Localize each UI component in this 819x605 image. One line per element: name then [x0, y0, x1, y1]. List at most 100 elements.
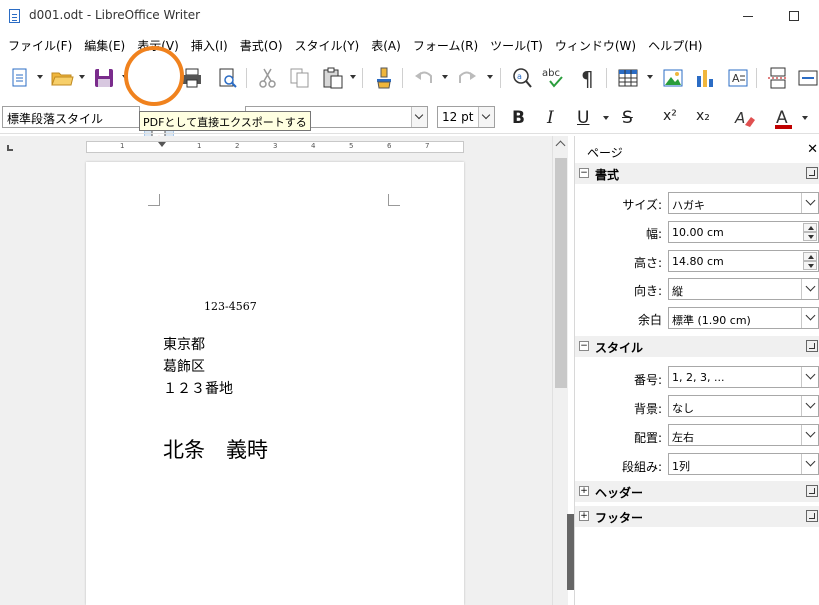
undo-button[interactable] [412, 66, 436, 90]
font-color-dropdown-arrow[interactable] [802, 116, 808, 120]
font-name-dropdown[interactable] [411, 107, 427, 127]
strikethrough-button[interactable]: S [622, 108, 633, 128]
section-header[interactable]: + ヘッダー [575, 481, 819, 502]
columns-select[interactable]: 1列 [668, 453, 819, 475]
open-button[interactable] [50, 66, 74, 90]
recipient-name: 北条 義時 [163, 438, 268, 462]
paragraph-style-select[interactable]: 標準段落スタイル [2, 106, 140, 128]
document-page[interactable]: 123-4567 東京都 葛飾区 １２３番地 北条 義時 [86, 162, 464, 605]
find-replace-icon: a [513, 68, 532, 88]
close-sidebar-icon[interactable]: ✕ [807, 142, 818, 157]
menu-file[interactable]: ファイル(F) [4, 34, 76, 56]
menu-styles[interactable]: スタイル(Y) [291, 34, 364, 56]
menu-tools[interactable]: ツール(T) [486, 34, 547, 56]
page-break-icon [768, 67, 788, 89]
chevron-down-icon[interactable] [801, 367, 818, 387]
more-options-icon[interactable] [806, 167, 818, 179]
chevron-down-icon[interactable] [801, 454, 818, 474]
minimize-button[interactable] [737, 6, 757, 26]
new-dropdown-arrow[interactable] [37, 75, 43, 79]
chevron-down-icon[interactable] [801, 396, 818, 416]
insert-textbox-button[interactable]: A [726, 66, 750, 90]
expand-icon[interactable]: + [579, 511, 589, 521]
font-color-button[interactable]: A [772, 106, 796, 130]
scroll-up-icon[interactable] [555, 140, 566, 151]
background-select[interactable]: なし [668, 395, 819, 417]
page-width-spinbox[interactable]: 10.00 cm [668, 221, 819, 243]
document-area[interactable]: 1 1 2 3 4 5 6 7 123-4567 東京都 葛飾区 １２３番地 北… [0, 136, 552, 605]
more-options-icon[interactable] [806, 340, 818, 352]
more-options-icon[interactable] [806, 485, 818, 497]
spin-up-icon[interactable] [803, 252, 817, 261]
tab-stop-selector-icon[interactable] [7, 145, 13, 151]
margins-select[interactable]: 標準 (1.90 cm) [668, 307, 819, 329]
clone-formatting-button[interactable] [372, 66, 396, 90]
chevron-down-icon[interactable] [801, 308, 818, 328]
table-dropdown-arrow[interactable] [647, 75, 653, 79]
layout-select[interactable]: 左右 [668, 424, 819, 446]
bold-button[interactable]: B [512, 108, 525, 128]
paste-dropdown-arrow[interactable] [350, 75, 356, 79]
spin-down-icon[interactable] [803, 261, 817, 270]
find-replace-button[interactable]: a [510, 66, 534, 90]
width-spin-buttons[interactable] [803, 223, 817, 241]
textbox-icon: A [728, 69, 748, 87]
insert-image-button[interactable] [661, 66, 685, 90]
spin-up-icon[interactable] [803, 223, 817, 232]
copy-button[interactable] [288, 66, 312, 90]
menu-format[interactable]: 書式(O) [236, 34, 287, 56]
more-options-icon[interactable] [806, 510, 818, 522]
collapse-icon[interactable]: − [579, 168, 589, 178]
undo-dropdown-arrow[interactable] [442, 75, 448, 79]
section-style[interactable]: − スタイル [575, 336, 819, 357]
collapse-icon[interactable]: − [579, 341, 589, 351]
italic-button[interactable]: I [547, 108, 554, 128]
new-document-button[interactable] [8, 66, 32, 90]
formatting-marks-button[interactable]: ¶ [578, 66, 602, 91]
insert-page-break-button[interactable] [766, 66, 790, 90]
spin-down-icon[interactable] [803, 232, 817, 241]
maximize-button[interactable] [784, 6, 804, 26]
menu-edit[interactable]: 編集(E) [80, 34, 129, 56]
save-button[interactable] [92, 66, 116, 90]
section-title: 書式 [595, 168, 620, 182]
menu-help[interactable]: ヘルプ(H) [644, 34, 706, 56]
spellcheck-button[interactable]: abc [542, 66, 566, 90]
insert-field-button[interactable] [796, 66, 819, 90]
chevron-down-icon[interactable] [801, 425, 818, 445]
horizontal-ruler[interactable]: 1 1 2 3 4 5 6 7 [86, 141, 464, 153]
menu-form[interactable]: フォーム(R) [409, 34, 482, 56]
print-preview-button[interactable] [216, 66, 240, 90]
insert-table-button[interactable] [616, 66, 640, 90]
menu-insert[interactable]: 挿入(I) [187, 34, 232, 56]
clear-formatting-button[interactable]: A [733, 106, 757, 130]
orientation-select[interactable]: 縦 [668, 278, 819, 300]
ruler-indent-marker-icon[interactable] [158, 142, 166, 147]
font-size-select[interactable]: 12 pt [437, 106, 495, 128]
page-size-select[interactable]: ハガキ [668, 192, 819, 214]
cut-button[interactable] [256, 66, 280, 90]
paste-button[interactable] [321, 66, 345, 90]
vertical-scrollbar[interactable] [552, 136, 568, 605]
redo-button[interactable] [455, 66, 479, 90]
underline-button[interactable]: U [577, 108, 589, 128]
section-footer[interactable]: + フッター [575, 506, 819, 527]
section-format[interactable]: − 書式 [575, 163, 819, 184]
numbering-select[interactable]: 1, 2, 3, ... [668, 366, 819, 388]
insert-chart-button[interactable] [693, 66, 717, 90]
superscript-button[interactable]: x² [663, 108, 677, 124]
expand-icon[interactable]: + [579, 486, 589, 496]
underline-dropdown-arrow[interactable] [603, 116, 609, 120]
chevron-down-icon[interactable] [801, 193, 818, 213]
chevron-down-icon[interactable] [801, 279, 818, 299]
menu-table[interactable]: 表(A) [367, 34, 405, 56]
subscript-button[interactable]: x₂ [696, 108, 710, 124]
page-height-spinbox[interactable]: 14.80 cm [668, 250, 819, 272]
scrollbar-thumb[interactable] [555, 158, 567, 388]
table-icon [618, 69, 638, 87]
menu-window[interactable]: ウィンドウ(W) [551, 34, 640, 56]
open-dropdown-arrow[interactable] [79, 75, 85, 79]
font-size-dropdown[interactable] [478, 107, 494, 127]
height-spin-buttons[interactable] [803, 252, 817, 270]
redo-dropdown-arrow[interactable] [487, 75, 493, 79]
